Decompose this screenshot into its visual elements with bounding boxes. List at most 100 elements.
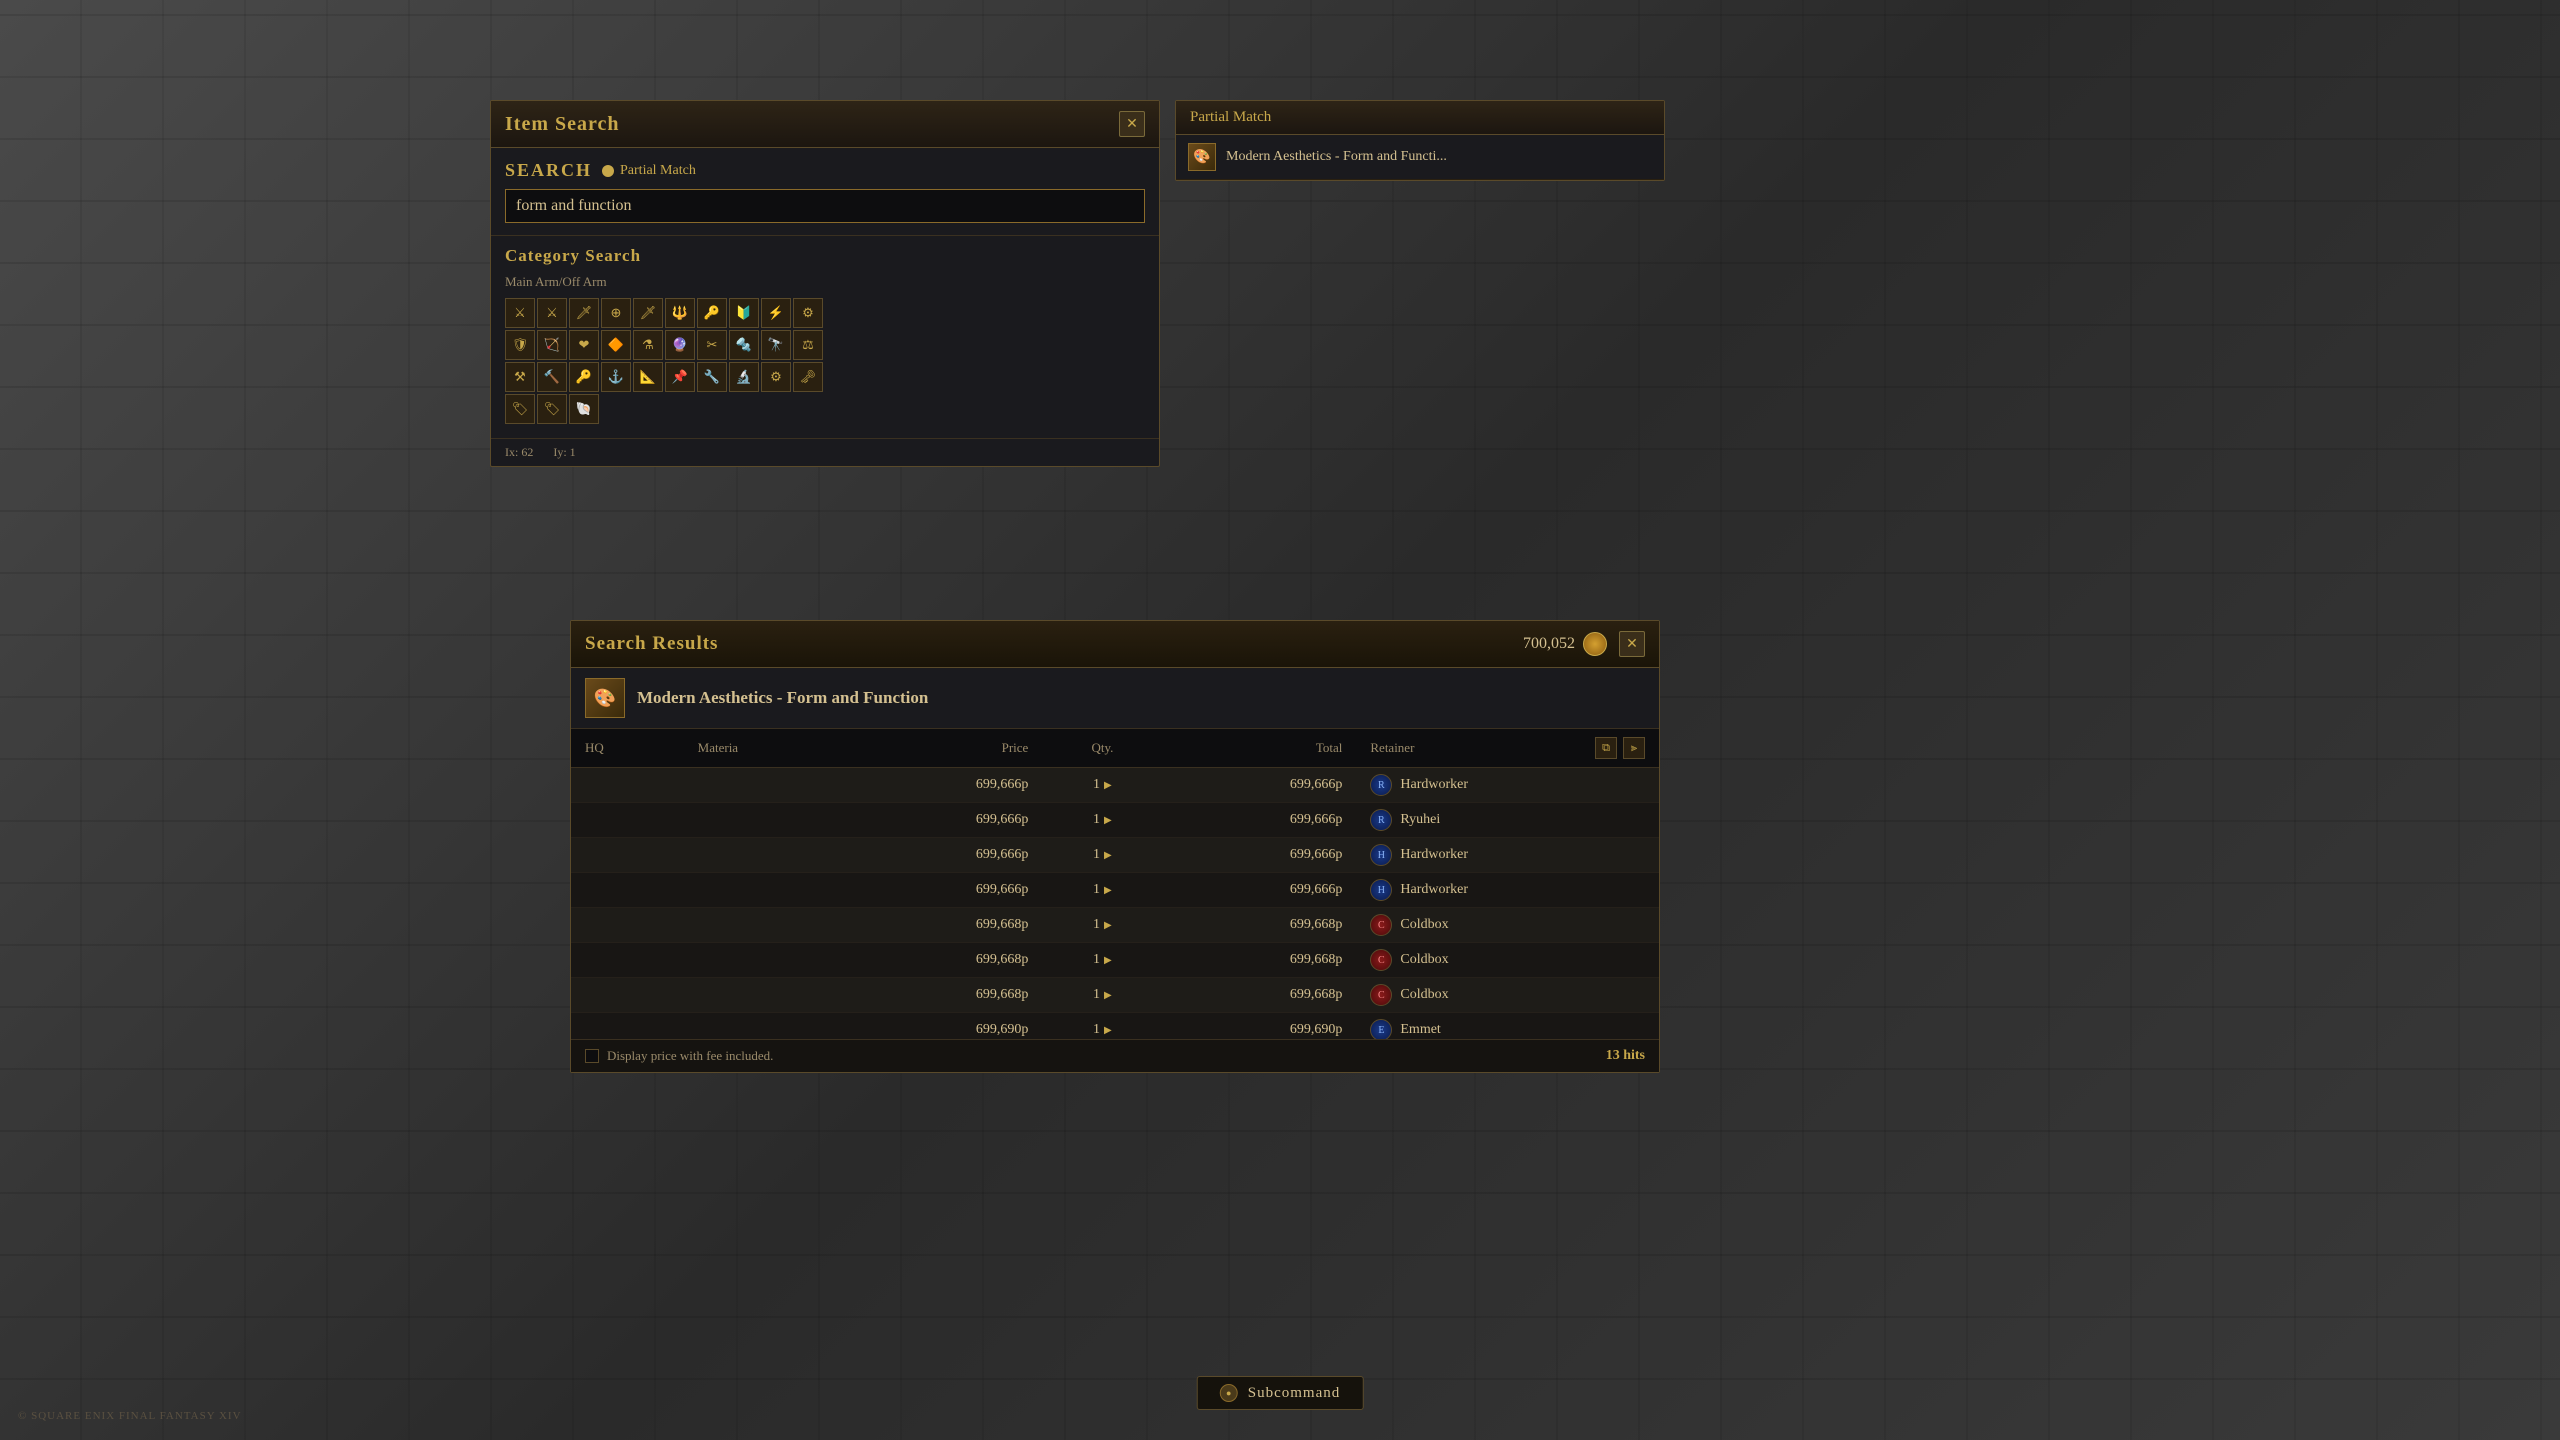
subcommand-label: Subcommand [1248,1385,1341,1402]
sr-gold-display: 700,052 [1523,632,1607,656]
cat-icon-28[interactable]: ⚙ [761,362,791,392]
cell-qty: 1▶ [1042,908,1162,943]
cat-icon-20[interactable]: ⚒ [505,362,535,392]
cat-icon-30[interactable]: 🏷 [505,394,535,424]
partial-match-panel: Partial Match 🎨 Modern Aesthetics - Form… [1175,100,1665,181]
cat-icon-13[interactable]: 🔶 [601,330,631,360]
retainer-avatar: H [1370,844,1392,866]
cat-icon-22[interactable]: 🔑 [569,362,599,392]
col-retainer: Retainer ⧉ ⫸ [1356,729,1659,768]
cat-icon-9[interactable]: ⚙ [793,298,823,328]
table-row[interactable]: 699,668p 1▶ 699,668p CColdbox [571,943,1659,978]
search-header: Search Partial Match [505,160,1145,181]
partial-match-dot [602,165,614,177]
table-row[interactable]: 699,666p 1▶ 699,666p HHardworker [571,838,1659,873]
retainer-avatar: E [1370,1019,1392,1039]
cat-icon-16[interactable]: ✂ [697,330,727,360]
cat-icon-3[interactable]: ⊕ [601,298,631,328]
pm-item-icon-0: 🎨 [1188,143,1216,171]
cat-icon-23[interactable]: ⚓ [601,362,631,392]
close-icon: ✕ [1126,116,1138,133]
cell-qty: 1▶ [1042,1013,1162,1040]
pm-result-item-0[interactable]: 🎨 Modern Aesthetics - Form and Functi... [1176,135,1664,180]
cat-icon-0[interactable]: ⚔ [505,298,535,328]
fee-checkbox-row: Display price with fee included. [585,1048,773,1064]
cat-icon-6[interactable]: 🔑 [697,298,727,328]
cat-icon-15[interactable]: 🔮 [665,330,695,360]
table-row[interactable]: 699,666p 1▶ 699,666p HHardworker [571,873,1659,908]
cell-retainer: CColdbox [1356,978,1659,1013]
search-input[interactable] [505,189,1145,223]
cell-materia [684,908,849,943]
cat-icon-1[interactable]: ⚔ [537,298,567,328]
item-search-close-button[interactable]: ✕ [1119,111,1145,137]
table-row[interactable]: 699,690p 1▶ 699,690p EEmmet [571,1013,1659,1040]
cell-total: 699,666p [1163,768,1357,803]
fee-checkbox[interactable] [585,1049,599,1063]
sr-title-bar: Search Results 700,052 ✕ [571,621,1659,668]
qty-arrow-icon: ▶ [1104,955,1112,966]
category-section: Category Search Main Arm/Off Arm ⚔ ⚔ 🗡 ⊕… [491,236,1159,438]
cat-icon-25[interactable]: 📌 [665,362,695,392]
hits-label: 13 hits [1606,1048,1645,1064]
cat-icon-24[interactable]: 📐 [633,362,663,392]
cell-hq [571,873,684,908]
search-section: Search Partial Match [491,148,1159,236]
subcommand-bar: ● Subcommand [1197,1376,1364,1410]
cell-total: 699,668p [1163,943,1357,978]
sr-footer: Display price with fee included. 13 hits [571,1039,1659,1072]
cell-qty: 1▶ [1042,768,1162,803]
cat-icon-29[interactable]: 🗝 [793,362,823,392]
cell-retainer: CColdbox [1356,943,1659,978]
cat-icon-10[interactable]: 🛡 [505,330,535,360]
cell-hq [571,838,684,873]
table-row[interactable]: 699,668p 1▶ 699,668p CColdbox [571,908,1659,943]
cell-price: 699,668p [848,908,1042,943]
cat-icon-17[interactable]: 🔩 [729,330,759,360]
cat-icon-19[interactable]: ⚖ [793,330,823,360]
cell-price: 699,666p [848,803,1042,838]
cell-retainer: RHardworker [1356,768,1659,803]
cell-total: 699,690p [1163,1013,1357,1040]
cat-icon-7[interactable]: 🔰 [729,298,759,328]
filter-icon[interactable]: ⫸ [1623,737,1645,759]
qty-arrow-icon: ▶ [1104,1025,1112,1036]
table-action-icons: ⧉ ⫸ [1595,737,1645,759]
cat-icon-27[interactable]: 🔬 [729,362,759,392]
cat-icon-32[interactable]: 🐚 [569,394,599,424]
category-subtitle: Main Arm/Off Arm [505,274,1145,290]
cell-price: 699,668p [848,943,1042,978]
copy-icon[interactable]: ⧉ [1595,737,1617,759]
col-price: Price [848,729,1042,768]
table-row[interactable]: 699,666p 1▶ 699,666p RRyuhei [571,803,1659,838]
table-row[interactable]: 699,666p 1▶ 699,666p RHardworker [571,768,1659,803]
cat-icon-21[interactable]: 🔨 [537,362,567,392]
cat-icon-18[interactable]: 🔭 [761,330,791,360]
col-materia: Materia [684,729,849,768]
cat-icon-26[interactable]: 🔧 [697,362,727,392]
sr-close-button[interactable]: ✕ [1619,631,1645,657]
qty-arrow-icon: ▶ [1104,850,1112,861]
cat-icon-11[interactable]: 🏹 [537,330,567,360]
cell-qty: 1▶ [1042,978,1162,1013]
cell-qty: 1▶ [1042,873,1162,908]
results-table-container[interactable]: HQ Materia Price Qty. Total Retainer ⧉ ⫸ [571,729,1659,1039]
sr-item-name: Modern Aesthetics - Form and Function [637,688,928,708]
table-row[interactable]: 699,668p 1▶ 699,668p CColdbox [571,978,1659,1013]
partial-match-label: Partial Match [620,163,696,179]
sr-item-icon: 🎨 [585,678,625,718]
cat-icon-5[interactable]: 🔱 [665,298,695,328]
close-icon: ✕ [1626,636,1638,653]
sr-item-header: 🎨 Modern Aesthetics - Form and Function [571,668,1659,729]
search-label: Search [505,160,592,181]
item-search-title-bar: Item Search ✕ [491,101,1159,148]
cell-hq [571,908,684,943]
results-table: HQ Materia Price Qty. Total Retainer ⧉ ⫸ [571,729,1659,1039]
cat-icon-8[interactable]: ⚡ [761,298,791,328]
cat-icon-12[interactable]: ❤ [569,330,599,360]
cell-materia [684,768,849,803]
cat-icon-31[interactable]: 🏷 [537,394,567,424]
cat-icon-2[interactable]: 🗡 [569,298,599,328]
cat-icon-4[interactable]: 🗡 [633,298,663,328]
cat-icon-14[interactable]: ⚗ [633,330,663,360]
